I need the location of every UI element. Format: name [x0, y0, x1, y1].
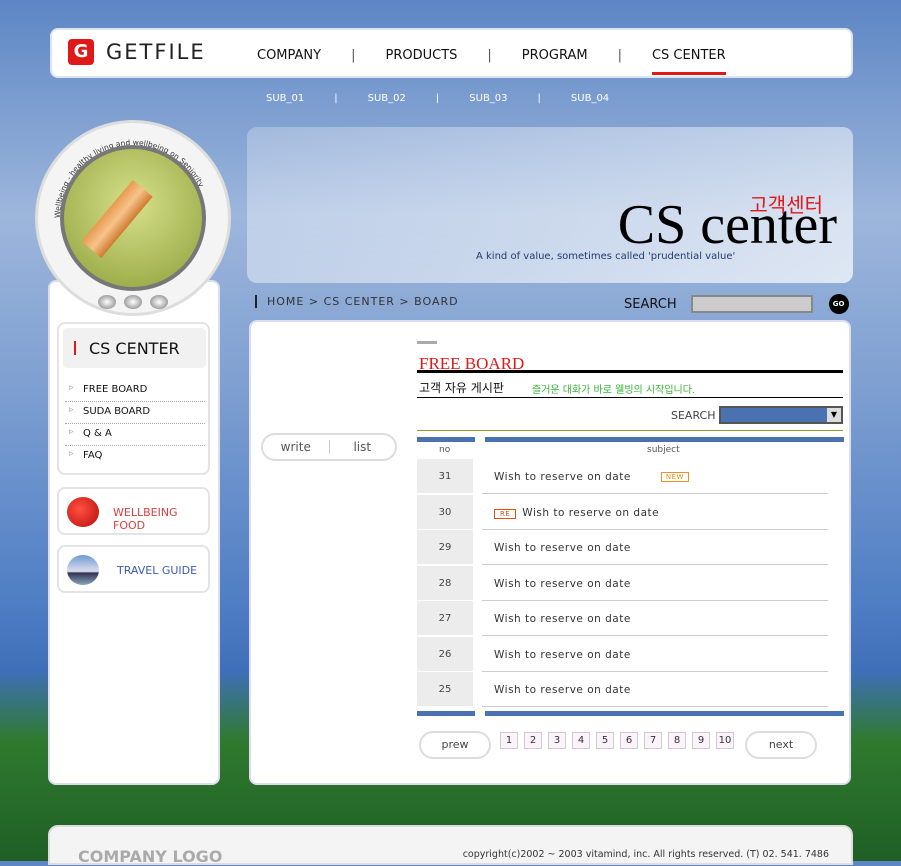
- write-button[interactable]: write: [263, 440, 330, 454]
- sidebar-item-qa[interactable]: Q & A: [65, 424, 205, 446]
- sub-nav-2[interactable]: SUB_02: [368, 93, 406, 104]
- table-row[interactable]: Wish to reserve on date NEW: [482, 459, 828, 494]
- pencil-icon: [81, 180, 153, 258]
- row-subject[interactable]: Wish to reserve on date: [494, 542, 631, 554]
- nav-cs-center[interactable]: CS CENTER: [651, 48, 726, 75]
- page-link[interactable]: 3: [548, 732, 566, 749]
- sub-nav-3[interactable]: SUB_03: [469, 93, 507, 104]
- row-subject[interactable]: Wish to reserve on date: [494, 613, 631, 625]
- table-row[interactable]: Wish to reserve on date: [482, 637, 828, 672]
- list-button[interactable]: list: [330, 440, 396, 454]
- page-link[interactable]: 6: [620, 732, 638, 749]
- sub-nav-4[interactable]: SUB_04: [571, 93, 609, 104]
- main-nav: COMPANY | PRODUCTS | PROGRAM | CS CENTER: [257, 48, 726, 75]
- table-row[interactable]: Wish to reserve on date: [482, 672, 828, 707]
- row-number: 27: [417, 601, 473, 635]
- reply-badge: RE: [494, 509, 517, 519]
- col-subject: subject: [647, 445, 680, 455]
- table-row[interactable]: Wish to reserve on date: [482, 601, 828, 636]
- sub-nav-1[interactable]: SUB_01: [266, 93, 304, 104]
- page-link[interactable]: 8: [668, 732, 686, 749]
- apple-icon: [67, 497, 99, 527]
- row-number: 25: [417, 672, 473, 706]
- banner-title: CS center: [617, 194, 837, 256]
- next-button[interactable]: next: [745, 731, 817, 759]
- write-list-buttons: write list: [261, 433, 397, 461]
- search-input[interactable]: [690, 295, 813, 313]
- board-description: 즐거운 대화가 바로 웰빙의 시작입니다.: [532, 385, 696, 396]
- pagination: 1 2 3 4 5 6 7 8 9 10: [500, 732, 734, 749]
- site-search: SEARCH GO: [624, 294, 849, 314]
- landscape-icon: [67, 555, 99, 585]
- page-link[interactable]: 1: [500, 732, 518, 749]
- row-number: 31: [417, 459, 473, 493]
- board-subtitle: 고객 자유 게시판: [419, 381, 504, 395]
- row-number: 28: [417, 566, 473, 600]
- row-number: 30: [417, 495, 473, 529]
- nav-company[interactable]: COMPANY: [257, 48, 321, 73]
- col-no: no: [439, 445, 451, 455]
- row-subject[interactable]: Wish to reserve on date: [522, 507, 659, 519]
- copyright: copyright(c)2002 ~ 2003 vitamind, inc. A…: [462, 849, 829, 860]
- header: G GETFILE COMPANY | PRODUCTS | PROGRAM | CS …: [50, 28, 853, 78]
- pencil-image: [60, 145, 206, 291]
- board-panel: write list FREE BOARD 고객 자유 게시판 즐거운 대화가 …: [249, 320, 851, 785]
- row-subject[interactable]: Wish to reserve on date: [494, 649, 631, 661]
- sidebar-title: CS CENTER: [63, 328, 206, 368]
- table-row[interactable]: Wish to reserve on date: [482, 530, 828, 565]
- table-row[interactable]: RE Wish to reserve on date: [482, 495, 828, 530]
- new-badge: NEW: [660, 472, 689, 482]
- board-search-label: SEARCH: [671, 409, 716, 422]
- sidebar-menu: CS CENTER FREE BOARD SUDA BOARD Q & A FA…: [57, 322, 210, 475]
- wellbeing-badge: Wellbeing - healthy living and wellbeing…: [35, 120, 231, 316]
- banner: 고객센터 CS center A kind of value, sometime…: [247, 127, 853, 283]
- row-subject[interactable]: Wish to reserve on date: [494, 684, 631, 696]
- prev-button[interactable]: prew: [419, 731, 491, 759]
- footer-logo: COMPANY LOGO: [78, 847, 223, 866]
- sidebar-item-free-board[interactable]: FREE BOARD: [65, 380, 205, 402]
- chevron-down-icon[interactable]: ▼: [827, 408, 841, 422]
- travel-guide-link[interactable]: TRAVEL GUIDE: [57, 545, 210, 593]
- page-link[interactable]: 10: [716, 732, 734, 749]
- page-link[interactable]: 2: [524, 732, 542, 749]
- nav-products[interactable]: PRODUCTS: [385, 48, 457, 73]
- row-subject[interactable]: Wish to reserve on date: [494, 578, 631, 590]
- row-number: 29: [417, 530, 473, 564]
- search-label: SEARCH: [624, 296, 677, 312]
- page-link[interactable]: 7: [644, 732, 662, 749]
- board-search-select[interactable]: ▼: [719, 406, 843, 424]
- footer: COMPANY LOGO copyright(c)2002 ~ 2003 vit…: [48, 825, 853, 866]
- page-link[interactable]: 9: [692, 732, 710, 749]
- page-link[interactable]: 5: [596, 732, 614, 749]
- row-number: 26: [417, 637, 473, 671]
- go-button[interactable]: GO: [828, 294, 849, 314]
- nav-program[interactable]: PROGRAM: [522, 48, 588, 73]
- sub-nav: SUB_01 | SUB_02 | SUB_03 | SUB_04: [266, 93, 610, 104]
- badge-dots[interactable]: [98, 295, 168, 309]
- breadcrumb: HOME > CS CENTER > BOARD: [255, 295, 459, 308]
- page-link[interactable]: 4: [572, 732, 590, 749]
- sidebar-item-faq[interactable]: FAQ: [65, 446, 205, 468]
- logo-mark-icon: G: [68, 39, 94, 65]
- wellbeing-food-link[interactable]: WELLBEING FOOD: [57, 487, 210, 535]
- row-subject[interactable]: Wish to reserve on date: [494, 471, 631, 483]
- banner-tagline: A kind of value, sometimes called 'prude…: [476, 251, 736, 262]
- logo[interactable]: G GETFILE: [68, 39, 206, 65]
- table-row[interactable]: Wish to reserve on date: [482, 566, 828, 601]
- sidebar-item-suda-board[interactable]: SUDA BOARD: [65, 402, 205, 424]
